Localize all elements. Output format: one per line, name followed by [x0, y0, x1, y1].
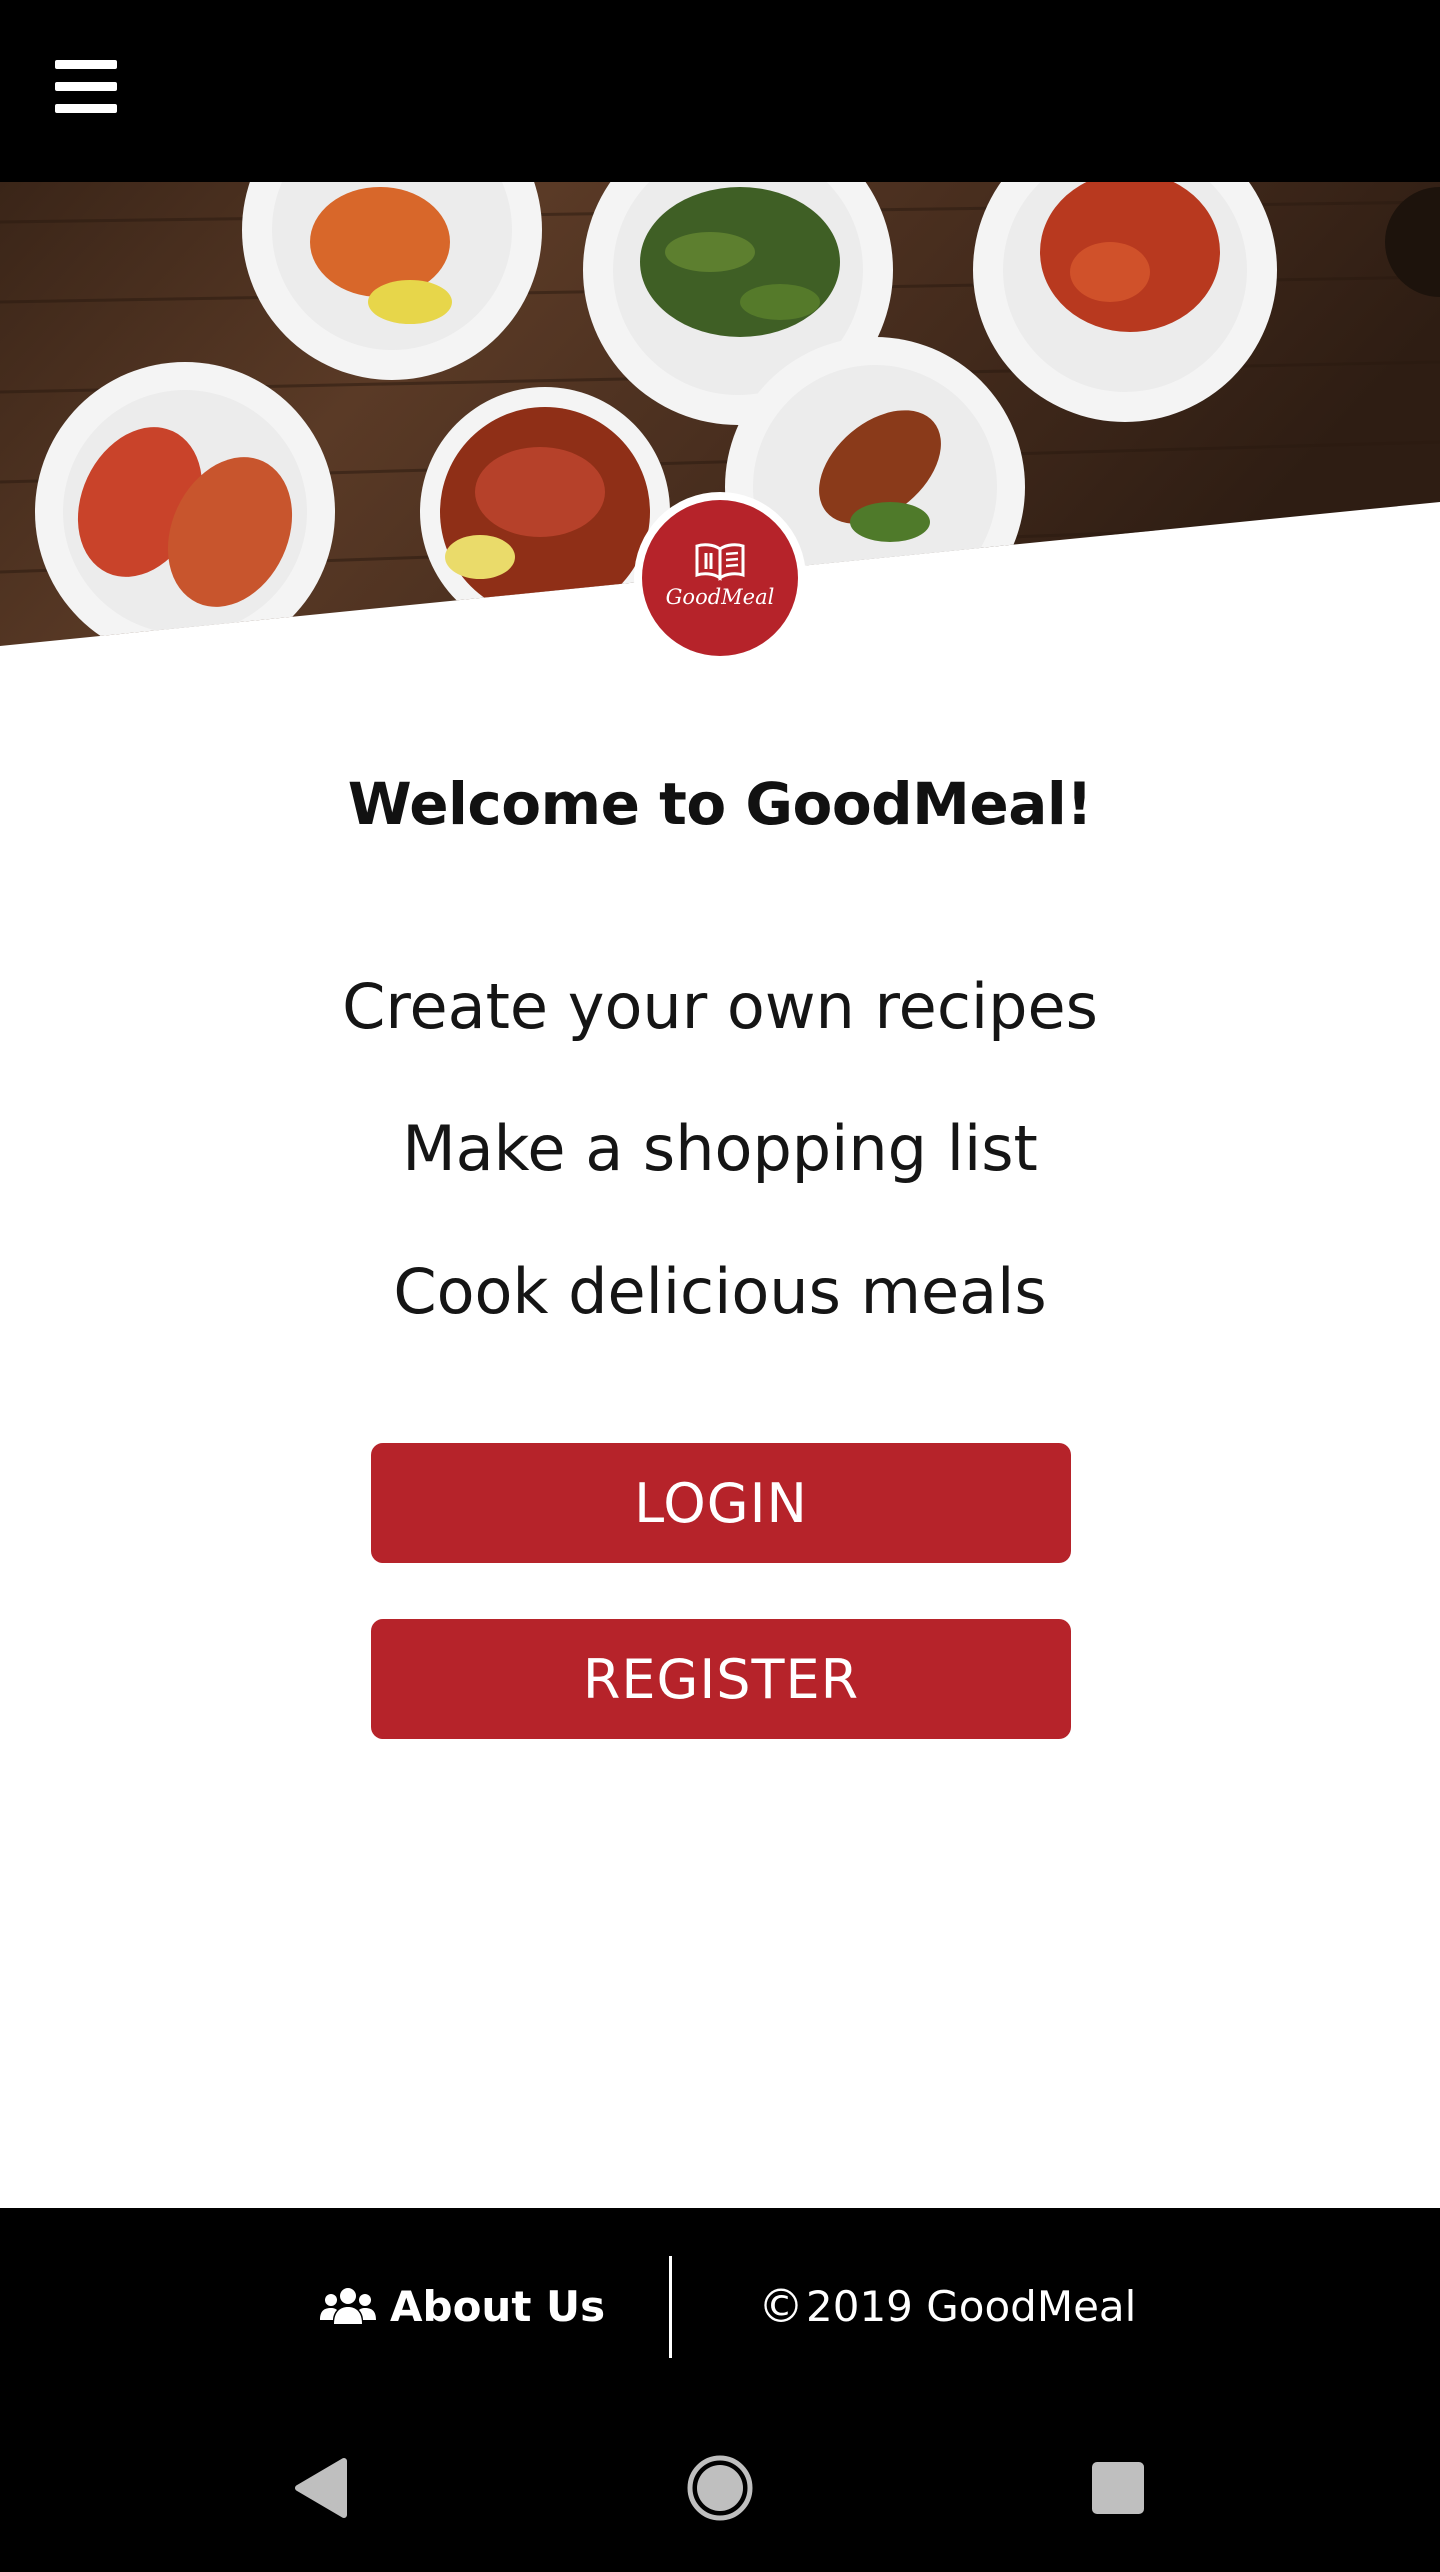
register-button[interactable]: REGISTER: [371, 1619, 1071, 1739]
app-screen: GoodMeal Welcome to GoodMeal! Create you…: [0, 0, 1440, 2572]
feature-text-recipes: Create your own recipes: [342, 970, 1098, 1043]
footer: About Us © 2019 GoodMeal: [0, 2208, 1440, 2404]
home-circle-icon[interactable]: [670, 2404, 770, 2572]
about-us-label: About Us: [390, 2281, 606, 2331]
footer-divider: [669, 2256, 672, 2358]
copyright-icon: ©: [758, 2279, 804, 2333]
top-app-bar: [0, 0, 1440, 182]
system-navigation-bar: [0, 2404, 1440, 2572]
back-triangle-icon[interactable]: [270, 2404, 370, 2572]
food-plate: [35, 362, 335, 646]
hamburger-menu-icon[interactable]: [40, 40, 132, 132]
welcome-heading: Welcome to GoodMeal!: [347, 770, 1093, 838]
login-button[interactable]: LOGIN: [371, 1443, 1071, 1563]
feature-text-shopping-list: Make a shopping list: [402, 1112, 1038, 1185]
copyright-text: © 2019 GoodMeal: [758, 2208, 1136, 2404]
food-plate: [420, 387, 670, 637]
logo-text: GoodMeal: [665, 585, 775, 609]
recents-square-icon[interactable]: [1068, 2404, 1168, 2572]
about-us-link[interactable]: About Us: [320, 2208, 605, 2404]
users-icon: [320, 2288, 376, 2324]
copyright-label: 2019 GoodMeal: [806, 2281, 1137, 2331]
goodmeal-logo: GoodMeal: [634, 492, 806, 664]
recipe-book-icon: [695, 543, 745, 581]
feature-text-cook: Cook delicious meals: [393, 1255, 1047, 1328]
